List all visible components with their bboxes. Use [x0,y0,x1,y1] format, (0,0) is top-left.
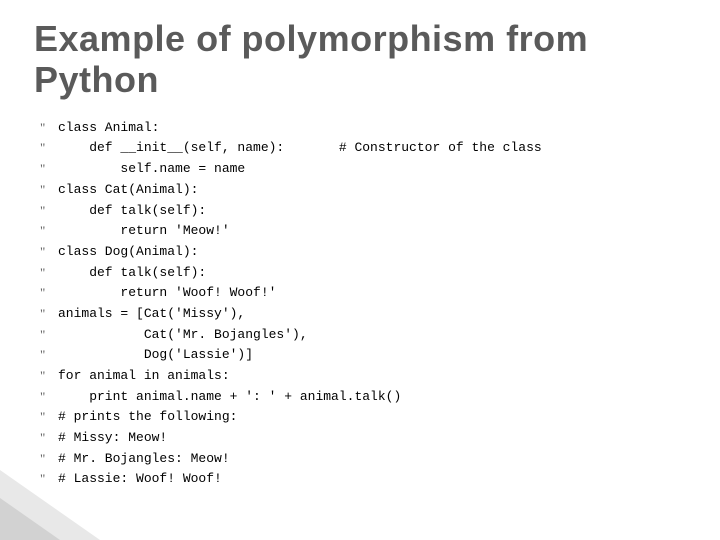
bullet-glyph: " [40,367,58,385]
code-line-item: " Dog('Lassie')] [40,346,686,364]
bullet-glyph: " [40,326,58,344]
code-text: class Dog(Animal): [58,243,198,261]
bullet-glyph: " [40,202,58,220]
slide-body: Example of polymorphism from Python "cla… [0,0,720,489]
bullet-glyph: " [40,284,58,302]
bullet-glyph: " [40,450,58,468]
code-line-item: "class Dog(Animal): [40,243,686,261]
code-list: "class Animal:" def __init__(self, name)… [34,119,686,489]
code-line-item: "# Mr. Bojangles: Meow! [40,450,686,468]
code-text: animals = [Cat('Missy'), [58,305,245,323]
code-line-item: "animals = [Cat('Missy'), [40,305,686,323]
slide-title: Example of polymorphism from Python [34,18,686,101]
code-text: return 'Woof! Woof!' [58,284,276,302]
code-line-item: " return 'Woof! Woof!' [40,284,686,302]
code-text: for animal in animals: [58,367,230,385]
bullet-glyph: " [40,181,58,199]
code-line-item: "# Missy: Meow! [40,429,686,447]
bullet-glyph: " [40,346,58,364]
code-text: def talk(self): [58,264,206,282]
bullet-glyph: " [40,264,58,282]
code-text: # prints the following: [58,408,237,426]
bullet-glyph: " [40,160,58,178]
code-text: self.name = name [58,160,245,178]
code-line-item: " print animal.name + ': ' + animal.talk… [40,388,686,406]
code-text: class Animal: [58,119,159,137]
bullet-glyph: " [40,388,58,406]
corner-decoration-inner [0,498,60,540]
code-text: Dog('Lassie')] [58,346,253,364]
code-line-item: " self.name = name [40,160,686,178]
code-text: def talk(self): [58,202,206,220]
code-line-item: " def __init__(self, name): # Constructo… [40,139,686,157]
code-line-item: "# prints the following: [40,408,686,426]
bullet-glyph: " [40,429,58,447]
bullet-glyph: " [40,408,58,426]
code-text: print animal.name + ': ' + animal.talk() [58,388,401,406]
code-line-item: " Cat('Mr. Bojangles'), [40,326,686,344]
code-line-item: "for animal in animals: [40,367,686,385]
code-line-item: " def talk(self): [40,202,686,220]
bullet-glyph: " [40,243,58,261]
bullet-glyph: " [40,139,58,157]
bullet-glyph: " [40,119,58,137]
code-text: # Missy: Meow! [58,429,167,447]
code-text: # Mr. Bojangles: Meow! [58,450,230,468]
bullet-glyph: " [40,305,58,323]
code-line-item: " return 'Meow!' [40,222,686,240]
code-text: Cat('Mr. Bojangles'), [58,326,308,344]
code-line-item: "# Lassie: Woof! Woof! [40,470,686,488]
code-line-item: "class Animal: [40,119,686,137]
bullet-glyph: " [40,222,58,240]
code-text: return 'Meow!' [58,222,230,240]
code-line-item: " def talk(self): [40,264,686,282]
code-line-item: "class Cat(Animal): [40,181,686,199]
code-text: class Cat(Animal): [58,181,198,199]
code-text: def __init__(self, name): # Constructor … [58,139,542,157]
